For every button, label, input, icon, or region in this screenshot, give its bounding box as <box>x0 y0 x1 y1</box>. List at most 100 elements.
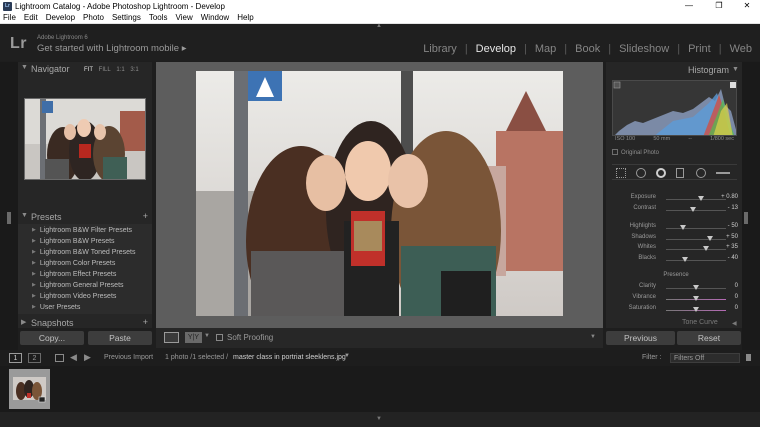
copy-button[interactable]: Copy... <box>20 331 84 345</box>
saturation-value[interactable]: 0 <box>735 305 738 311</box>
original-photo-checkbox[interactable] <box>612 149 618 155</box>
presets-header[interactable]: ▼ Presets + <box>18 210 152 224</box>
add-preset-icon[interactable]: + <box>143 211 148 221</box>
zoom-fill[interactable]: FILL <box>99 67 111 73</box>
slider-knob[interactable] <box>693 285 699 290</box>
histogram-chart[interactable] <box>612 80 737 136</box>
loupe-view-icon[interactable] <box>164 332 179 343</box>
slider-knob[interactable] <box>682 257 688 262</box>
module-develop[interactable]: Develop <box>476 43 516 55</box>
menu-file[interactable]: File <box>3 13 16 22</box>
slider-saturation[interactable]: Saturation 0 <box>612 305 740 315</box>
crop-tool-icon[interactable] <box>616 168 626 178</box>
collapse-top-arrow-icon[interactable]: ▲ <box>376 23 384 29</box>
slider-track[interactable] <box>666 228 726 229</box>
source-previous-import[interactable]: Previous Import <box>104 354 153 361</box>
forward-arrow-icon[interactable]: ▶ <box>84 352 91 363</box>
preset-folder[interactable]: ▶ Lightroom B&W Toned Presets <box>32 249 135 256</box>
clarity-value[interactable]: 0 <box>735 283 738 289</box>
slider-knob[interactable] <box>680 225 686 230</box>
preset-folder[interactable]: ▶ Lightroom Color Presets <box>32 260 115 267</box>
slider-track[interactable] <box>666 199 726 200</box>
menu-window[interactable]: Window <box>201 13 229 22</box>
slider-knob[interactable] <box>698 196 704 201</box>
grid-view-icon[interactable] <box>55 354 64 362</box>
whites-value[interactable]: + 35 <box>726 244 738 250</box>
zoom-fit[interactable]: FIT <box>84 67 93 73</box>
window-1-toggle[interactable]: 1 <box>9 353 22 363</box>
slider-knob[interactable] <box>693 307 699 312</box>
filter-select[interactable]: Filters Off <box>670 353 740 363</box>
minimize-button[interactable]: — <box>676 0 702 12</box>
preset-folder[interactable]: ▶ Lightroom B&W Filter Presets <box>32 227 132 234</box>
tone-curve-header[interactable]: Tone Curve <box>682 319 718 327</box>
zoom-1-1[interactable]: 1:1 <box>116 67 124 73</box>
maximize-button[interactable]: ❐ <box>706 0 732 12</box>
collapse-bottom-arrow-icon[interactable]: ▼ <box>376 416 382 422</box>
toolbar-menu-icon[interactable]: ▼ <box>590 334 596 340</box>
close-button[interactable]: ✕ <box>734 0 760 12</box>
module-library[interactable]: Library <box>423 43 457 55</box>
radial-filter-icon[interactable] <box>696 168 706 178</box>
add-snapshot-icon[interactable]: + <box>143 317 148 327</box>
shadows-value[interactable]: + 50 <box>726 234 738 240</box>
selected-filename[interactable]: master class in portriat sleeklens.jpg <box>233 354 346 361</box>
main-photo[interactable] <box>196 71 563 316</box>
preset-folder[interactable]: ▶ Lightroom B&W Presets <box>32 238 115 245</box>
slider-contrast[interactable]: Contrast - 13 <box>612 205 740 215</box>
menu-help[interactable]: Help <box>237 13 253 22</box>
preset-folder[interactable]: ▶ Lightroom General Presets <box>32 282 124 289</box>
snapshots-header[interactable]: ▶ Snapshots + <box>18 316 152 330</box>
collapse-triangle-icon[interactable]: ▼ <box>732 66 739 73</box>
slider-track[interactable] <box>666 249 726 250</box>
preset-folder[interactable]: ▶ User Presets <box>32 304 80 311</box>
filename-dropdown-icon[interactable]: ▼ <box>344 353 350 359</box>
blacks-value[interactable]: - 40 <box>728 255 738 261</box>
reset-button[interactable]: Reset <box>677 331 741 345</box>
module-web[interactable]: Web <box>730 43 752 55</box>
right-panel-edge[interactable] <box>742 62 760 350</box>
photo-canvas[interactable] <box>156 62 603 328</box>
slider-whites[interactable]: Whites + 35 <box>612 244 740 254</box>
highlights-value[interactable]: - 50 <box>728 223 738 229</box>
slider-track[interactable] <box>666 210 726 211</box>
contrast-value[interactable]: - 13 <box>728 205 738 211</box>
collapse-triangle-icon[interactable]: ◀ <box>732 320 737 327</box>
original-photo-toggle[interactable]: Original Photo <box>612 149 659 156</box>
paste-button[interactable]: Paste <box>88 331 152 345</box>
slider-knob[interactable] <box>690 207 696 212</box>
before-after-dropdown-icon[interactable]: ▼ <box>204 333 210 339</box>
adjustment-brush-icon[interactable] <box>716 172 730 174</box>
slider-clarity[interactable]: Clarity 0 <box>612 283 740 293</box>
menu-view[interactable]: View <box>176 13 193 22</box>
preset-folder[interactable]: ▶ Lightroom Video Presets <box>32 293 116 300</box>
slider-highlights[interactable]: Highlights - 50 <box>612 223 740 233</box>
left-collapse-handle-icon[interactable] <box>7 212 11 224</box>
graduated-filter-icon[interactable] <box>676 168 684 178</box>
previous-button[interactable]: Previous <box>606 331 675 345</box>
menu-develop[interactable]: Develop <box>46 13 75 22</box>
slider-knob[interactable] <box>693 296 699 301</box>
menu-tools[interactable]: Tools <box>149 13 168 22</box>
zoom-3-1[interactable]: 3:1 <box>130 67 138 73</box>
menu-settings[interactable]: Settings <box>112 13 141 22</box>
window-2-toggle[interactable]: 2 <box>28 353 41 363</box>
menu-photo[interactable]: Photo <box>83 13 104 22</box>
preset-folder[interactable]: ▶ Lightroom Effect Presets <box>32 271 116 278</box>
menu-edit[interactable]: Edit <box>24 13 38 22</box>
spot-removal-icon[interactable] <box>636 168 646 178</box>
filmstrip-thumbnail[interactable] <box>9 369 50 409</box>
red-eye-icon[interactable] <box>656 168 666 178</box>
module-print[interactable]: Print <box>688 43 711 55</box>
module-map[interactable]: Map <box>535 43 556 55</box>
vibrance-value[interactable]: 0 <box>735 294 738 300</box>
module-book[interactable]: Book <box>575 43 600 55</box>
navigator-header[interactable]: ▼ Navigator FIT FILL 1:1 3:1 <box>18 62 152 76</box>
soft-proofing-checkbox[interactable] <box>216 334 223 341</box>
lock-icon[interactable] <box>746 354 751 361</box>
exposure-value[interactable]: + 0.80 <box>721 194 738 200</box>
slider-track[interactable] <box>666 239 726 240</box>
slider-shadows[interactable]: Shadows + 50 <box>612 234 740 244</box>
slider-exposure[interactable]: Exposure + 0.80 <box>612 194 740 204</box>
module-slideshow[interactable]: Slideshow <box>619 43 669 55</box>
